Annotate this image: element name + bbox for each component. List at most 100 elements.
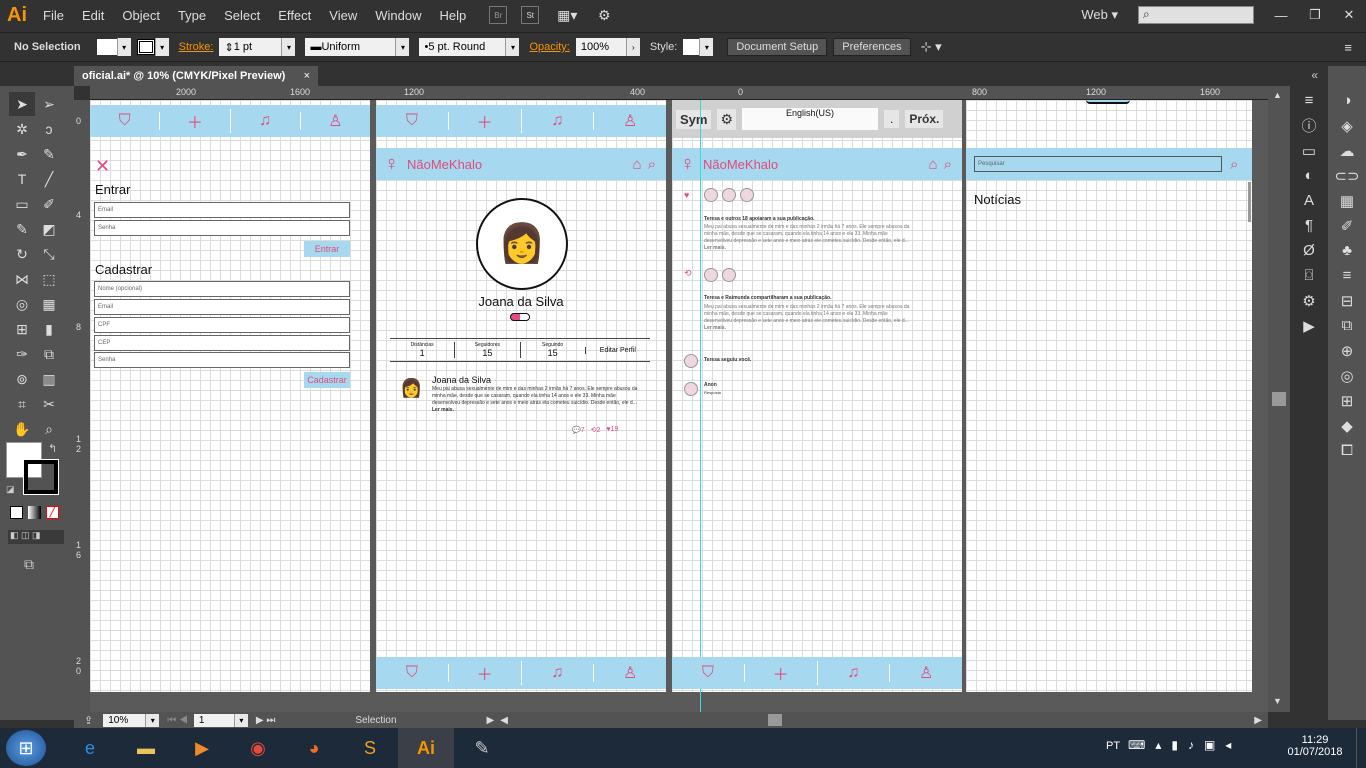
stroke-swatch-dropdown[interactable]: ▾ (154, 38, 169, 56)
shield-icon[interactable]: ⛉ (376, 664, 449, 682)
firefox-icon[interactable]: ◕ (286, 728, 342, 768)
shape-builder-icon[interactable]: ◎ (9, 292, 35, 316)
stat-following[interactable]: Seguindo 15 (519, 342, 585, 358)
signup-password-field[interactable]: Senha (94, 352, 350, 368)
shield-icon[interactable]: ⛉ (90, 112, 161, 130)
anonymous-toggle[interactable] (510, 313, 530, 321)
scale-tool-icon[interactable]: ⤡ (36, 242, 62, 266)
paintbrush-icon[interactable]: ✐ (36, 192, 62, 216)
profile-dropdown[interactable]: ▾ (395, 38, 410, 56)
stroke-weight-input[interactable]: ⇕ 1 pt (219, 38, 282, 56)
minimize-button[interactable]: — (1264, 5, 1298, 25)
horizontal-scroll-thumb[interactable] (767, 714, 782, 726)
clock[interactable]: 11:29 01/07/2018 (1282, 734, 1348, 758)
menu-select[interactable]: Select (215, 8, 269, 23)
gpu-performance-icon[interactable]: ⚙ (595, 6, 613, 24)
document-tab[interactable]: oficial.ai* @ 10% (CMYK/Pixel Preview) × (74, 66, 318, 86)
graphic-styles-icon[interactable]: ⊞ (1328, 388, 1366, 413)
notification-share[interactable]: Teresa e Raimunda compartilharam a sua p… (704, 295, 914, 302)
screen-mode-icon[interactable]: ⧉ (24, 556, 34, 573)
close-icon[interactable]: ✕ (95, 156, 110, 177)
opacity-input[interactable]: 100% (575, 38, 626, 56)
asset-export-icon[interactable]: ⚙ (1290, 288, 1328, 313)
shaper-tool-icon[interactable]: ✎ (9, 217, 35, 241)
shield-icon[interactable]: ⛉ (672, 664, 745, 682)
file-explorer-icon[interactable]: ▬ (118, 728, 174, 768)
symbol-sprayer-icon[interactable]: ⊚ (9, 367, 35, 391)
menu-help[interactable]: Help (430, 8, 475, 23)
scroll-right-icon[interactable]: ▶ (1254, 715, 1262, 726)
plus-icon[interactable]: ＋ (449, 109, 522, 133)
gradient-mode-icon[interactable] (28, 506, 41, 519)
language-indicator[interactable]: PT (1106, 740, 1120, 752)
plus-icon[interactable]: ＋ (160, 109, 231, 133)
menu-file[interactable]: File (34, 8, 73, 23)
fill-dropdown[interactable]: ▾ (116, 38, 131, 56)
opacity-label[interactable]: Opacity: (529, 41, 569, 53)
shield-icon[interactable]: ⛉ (376, 112, 449, 130)
pen-tool-icon[interactable]: ✒ (9, 142, 35, 166)
libraries-panel-icon[interactable]: ☁ (1328, 138, 1366, 163)
drawing-modes-icon[interactable]: ◧ ◫ ◨ (8, 530, 64, 544)
preferences-button[interactable]: Preferences (833, 38, 911, 56)
stroke-color-box[interactable] (23, 459, 59, 495)
share-count[interactable]: ⟲2 (591, 426, 601, 434)
color-mode-icon[interactable] (10, 506, 23, 519)
opentype-panel-icon[interactable]: Ø (1290, 238, 1328, 263)
email-field[interactable]: Email (94, 202, 350, 218)
cep-field[interactable]: CEP (94, 335, 350, 351)
bell-icon[interactable]: ♫ (522, 664, 595, 682)
canvas-vertical-scrollbar[interactable]: ▲ ▼ (1268, 86, 1290, 712)
type-tool-icon[interactable]: T (9, 167, 35, 191)
like-count[interactable]: ♥19 (606, 426, 618, 434)
mesh-tool-icon[interactable]: ⊞ (9, 317, 35, 341)
brush-definition[interactable]: • 5 pt. Round (419, 38, 506, 56)
language-key[interactable]: English(US) (742, 108, 879, 130)
stock-button[interactable]: St (521, 6, 540, 24)
restore-button[interactable]: ❐ (1298, 5, 1332, 25)
opacity-dropdown[interactable]: › (625, 38, 640, 56)
illustrator-taskbar-icon[interactable]: Ai (398, 728, 454, 768)
artboard-news[interactable]: Pesquisar ⌕ Notícias (966, 100, 1252, 692)
plus-icon[interactable]: ＋ (449, 661, 522, 685)
default-colors-icon[interactable]: ◪ (6, 484, 15, 495)
bell-icon[interactable]: ♫ (522, 112, 595, 130)
layers-panel-icon[interactable]: ◆ (1328, 413, 1366, 438)
media-player-icon[interactable]: ▶ (174, 728, 230, 768)
sublime-text-icon[interactable]: S (342, 728, 398, 768)
hand-tool-icon[interactable]: ✋ (9, 417, 35, 441)
scroll-left-icon[interactable]: ◀ (500, 715, 508, 726)
signup-email-field[interactable]: Email (94, 299, 350, 315)
stat-followers[interactable]: Seguidores 15 (454, 342, 519, 358)
magic-wand-icon[interactable]: ✲ (9, 117, 35, 141)
stroke-weight-dropdown[interactable]: ▾ (281, 38, 296, 56)
actions-panel-icon[interactable]: ▶ (1290, 313, 1328, 338)
search-stock-input[interactable]: ⌕ (1138, 6, 1254, 24)
close-tab-icon[interactable]: × (304, 70, 310, 82)
first-artboard-icon[interactable]: ⏮ ◀ (167, 715, 188, 726)
artboard-number-input[interactable]: 1 (193, 713, 234, 727)
stroke-label[interactable]: Stroke: (179, 41, 214, 53)
workspace-switcher[interactable]: Web ▾ (1081, 7, 1118, 23)
artboard-tool-icon[interactable]: ⌗ (9, 392, 35, 416)
home-icon[interactable]: ⌂ (929, 156, 938, 173)
plus-icon[interactable]: ＋ (745, 661, 818, 685)
image-trace-icon[interactable]: ⌼ (1290, 263, 1328, 288)
rotate-tool-icon[interactable]: ↻ (9, 242, 35, 266)
signup-button[interactable]: Cadastrar (304, 372, 350, 388)
style-dropdown[interactable]: ▾ (699, 38, 714, 56)
menu-type[interactable]: Type (169, 8, 215, 23)
transform-panel-icon[interactable]: ⊕ (1328, 338, 1366, 363)
artboard-login[interactable]: ⛉ ＋ ♫ ♙ ✕ Entrar Email Senha Entrar Cada… (90, 100, 370, 692)
links-panel-icon[interactable]: ⊂⊃ (1328, 163, 1366, 188)
gradient-panel-icon[interactable]: ▭ (1290, 138, 1328, 163)
artboard-notifications[interactable]: Sym ⚙ English(US) . Próx. ♀ NãoMeKhalo ⌂… (672, 100, 962, 712)
rectangle-tool-icon[interactable]: ▭ (9, 192, 35, 216)
gradient-tool-icon[interactable]: ▮ (36, 317, 62, 341)
eraser-icon[interactable]: ◩ (36, 217, 62, 241)
color-guide-icon[interactable]: ◈ (1328, 113, 1366, 138)
column-graph-icon[interactable]: ▥ (36, 367, 62, 391)
variable-width-profile[interactable]: ▬ Uniform (305, 38, 396, 56)
period-key[interactable]: . (884, 110, 900, 128)
artboards-panel-icon[interactable]: ⧠ (1328, 438, 1366, 463)
